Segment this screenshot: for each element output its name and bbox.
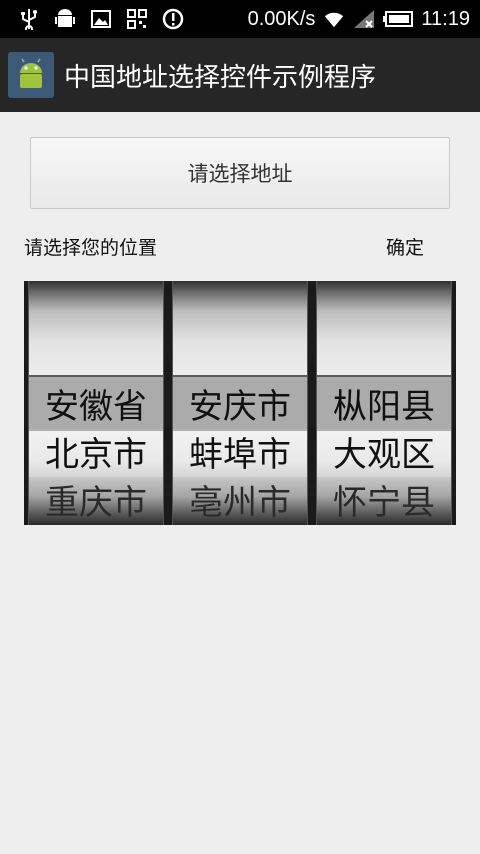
wheel-item[interactable]: 重庆市 [29,479,163,525]
image-icon [90,8,112,30]
wheel-item[interactable]: 安庆市 [173,383,307,431]
province-wheel[interactable]: 安徽省 北京市 重庆市 [28,281,164,525]
city-wheel[interactable]: 安庆市 蚌埠市 亳州市 [172,281,308,525]
address-wheel-picker: 安徽省 北京市 重庆市 安庆市 蚌埠市 亳州市 枞阳县 大观区 怀宁县 [24,281,456,525]
choose-address-button[interactable]: 请选择地址 [30,137,450,209]
wheel-item[interactable]: 北京市 [29,431,163,479]
wheel-item[interactable]: 蚌埠市 [173,431,307,479]
confirm-button[interactable]: 确定 [386,233,424,260]
sync-icon [162,8,184,30]
battery-icon [383,8,414,30]
location-prompt-label: 请选择您的位置 [24,237,158,259]
signal-icon [353,8,375,30]
wheel-item[interactable]: 大观区 [317,431,451,479]
wifi-icon [323,8,345,30]
status-bar: 0.00K/s 11:19 [0,0,480,38]
usb-icon [18,8,40,30]
network-speed: 0.00K/s [247,7,316,30]
wheel-item[interactable]: 安徽省 [29,383,163,431]
qr-icon [126,8,148,30]
android-app-icon[interactable] [8,52,54,98]
district-wheel[interactable]: 枞阳县 大观区 怀宁县 [316,281,452,525]
wheel-item[interactable]: 亳州市 [173,479,307,525]
app-title: 中国地址选择控件示例程序 [64,62,377,93]
action-bar: 中国地址选择控件示例程序 [0,38,480,112]
wheel-item[interactable]: 枞阳县 [317,383,451,431]
wheel-item[interactable]: 怀宁县 [317,479,451,525]
android-debug-icon [54,8,76,30]
clock: 11:19 [421,7,470,30]
